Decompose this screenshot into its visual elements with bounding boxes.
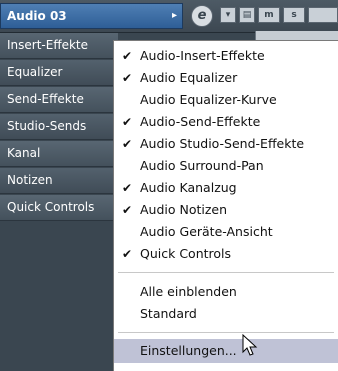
- section-kanal[interactable]: Kanal: [0, 141, 118, 167]
- inspector-sections: Insert-Effekte Equalizer Send-Effekte St…: [0, 33, 118, 222]
- solo-button[interactable]: s: [283, 7, 305, 23]
- menu-separator: [118, 272, 334, 273]
- menu-item-quick-controls[interactable]: ✔ Quick Controls: [114, 243, 338, 265]
- menu-item-label: Audio Studio-Send-Effekte: [140, 136, 305, 151]
- section-studio-sends[interactable]: Studio-Sends: [0, 114, 118, 140]
- expand-arrow-icon[interactable]: ▸: [172, 4, 177, 28]
- menu-item-label: Einstellungen...: [140, 343, 237, 358]
- menu-item-audio-send-effekte[interactable]: ✔ Audio-Send-Effekte: [114, 111, 338, 133]
- menu-item-audio-equalizer[interactable]: ✔ Audio Equalizer: [114, 67, 338, 89]
- check-icon: ✔: [122, 49, 133, 63]
- menu-item-label: Quick Controls: [140, 246, 232, 261]
- menu-item-label: Audio Equalizer-Kurve: [140, 92, 277, 107]
- menu-item-label: Alle einblenden: [140, 284, 237, 299]
- menu-item-audio-surround-pan[interactable]: Audio Surround-Pan: [114, 155, 338, 177]
- menu-item-audio-studio-send-effekte[interactable]: ✔ Audio Studio-Send-Effekte: [114, 133, 338, 155]
- mouse-cursor-icon: [242, 334, 258, 356]
- section-notizen[interactable]: Notizen: [0, 168, 118, 194]
- section-quick-controls[interactable]: Quick Controls: [0, 195, 118, 221]
- section-send-effekte[interactable]: Send-Effekte: [0, 87, 118, 113]
- mute-button[interactable]: m: [258, 7, 280, 23]
- menu-item-label: Audio Notizen: [140, 202, 228, 217]
- inspector-sections-menu: ✔ Audio-Insert-Effekte ✔ Audio Equalizer…: [113, 40, 338, 371]
- menu-separator: [118, 332, 334, 333]
- menu-item-label: Audio Geräte-Ansicht: [140, 224, 273, 239]
- menu-item-einstellungen[interactable]: Einstellungen...: [114, 339, 338, 363]
- extra-button[interactable]: [308, 7, 338, 23]
- menu-item-label: Audio Equalizer: [140, 70, 238, 85]
- menu-item-audio-kanalzug[interactable]: ✔ Audio Kanalzug: [114, 177, 338, 199]
- list-button[interactable]: ▤: [239, 7, 255, 23]
- menu-item-label: Standard: [140, 306, 197, 321]
- track-name: Audio 03: [7, 9, 67, 23]
- check-icon: ✔: [122, 71, 133, 85]
- check-icon: ✔: [122, 247, 133, 261]
- menu-item-standard[interactable]: Standard: [114, 303, 338, 325]
- menu-item-label: Audio Kanalzug: [140, 180, 237, 195]
- section-insert-effekte[interactable]: Insert-Effekte: [0, 33, 118, 59]
- menu-item-audio-notizen[interactable]: ✔ Audio Notizen: [114, 199, 338, 221]
- menu-item-alle-einblenden[interactable]: Alle einblenden: [114, 281, 338, 303]
- edit-instrument-button[interactable]: e: [191, 5, 213, 27]
- menu-item-audio-insert-effekte[interactable]: ✔ Audio-Insert-Effekte: [114, 45, 338, 67]
- check-icon: ✔: [122, 115, 133, 129]
- check-icon: ✔: [122, 137, 133, 151]
- inspector-empty-area: [0, 240, 118, 371]
- section-equalizer[interactable]: Equalizer: [0, 60, 118, 86]
- menu-item-audio-equalizer-kurve[interactable]: Audio Equalizer-Kurve: [114, 89, 338, 111]
- inspector-header: Audio 03 ▸ e ▾ ▤ m s: [0, 0, 338, 33]
- menu-item-label: Audio-Send-Effekte: [140, 114, 261, 129]
- check-icon: ✔: [122, 181, 133, 195]
- dropdown-button[interactable]: ▾: [220, 7, 236, 23]
- check-icon: ✔: [122, 203, 133, 217]
- menu-item-label: Audio Surround-Pan: [140, 158, 264, 173]
- track-name-tab[interactable]: Audio 03 ▸: [0, 3, 183, 29]
- menu-item-audio-geraete-ansicht[interactable]: Audio Geräte-Ansicht: [114, 221, 338, 243]
- menu-item-label: Audio-Insert-Effekte: [140, 48, 265, 63]
